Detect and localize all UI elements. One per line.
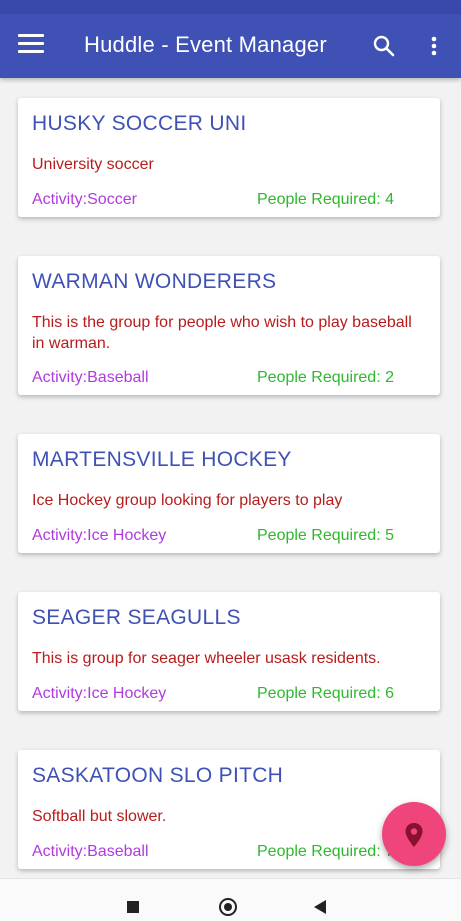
event-description: University soccer	[32, 156, 154, 173]
event-card[interactable]: SASKATOON SLO PITCH Softball but slower.…	[18, 750, 440, 869]
location-pin-icon	[405, 823, 423, 847]
event-activity: Activity:Soccer	[32, 191, 137, 208]
recent-apps-icon[interactable]	[127, 901, 139, 913]
event-title: SASKATOON SLO PITCH	[32, 764, 284, 787]
event-description: This is group for seager wheeler usask r…	[32, 650, 381, 667]
event-people-required: People Required: 4	[257, 191, 394, 208]
event-activity: Activity:Baseball	[32, 843, 149, 860]
event-title: WARMAN WONDERERS	[32, 270, 277, 293]
event-description: This is the group for people who wish to…	[32, 314, 412, 352]
event-title: HUSKY SOCCER UNI	[32, 112, 247, 135]
status-bar	[0, 0, 461, 14]
app-bar: Huddle - Event Manager	[0, 14, 461, 78]
event-card[interactable]: SEAGER SEAGULLS This is group for seager…	[18, 592, 440, 711]
home-icon[interactable]	[219, 898, 237, 916]
event-description: Ice Hockey group looking for players to …	[32, 492, 343, 509]
event-people-required: People Required: 2	[257, 369, 394, 386]
system-nav-bar	[0, 878, 461, 921]
event-activity: Activity:Ice Hockey	[32, 527, 167, 544]
hamburger-menu-icon[interactable]	[18, 34, 44, 58]
event-people-required: People Required: 7	[257, 843, 394, 860]
event-title: MARTENSVILLE HOCKEY	[32, 448, 292, 471]
event-activity: Activity:Ice Hockey	[32, 685, 167, 702]
event-description: Softball but slower.	[32, 808, 167, 825]
app-title: Huddle - Event Manager	[84, 32, 327, 57]
map-fab-button[interactable]	[382, 802, 446, 866]
event-title: SEAGER SEAGULLS	[32, 606, 241, 629]
event-card[interactable]: HUSKY SOCCER UNI University soccer Activ…	[18, 98, 440, 217]
event-card[interactable]: MARTENSVILLE HOCKEY Ice Hockey group loo…	[18, 434, 440, 553]
more-vert-icon[interactable]	[424, 34, 444, 58]
event-people-required: People Required: 6	[257, 685, 394, 702]
event-people-required: People Required: 5	[257, 527, 394, 544]
back-icon[interactable]	[314, 900, 326, 914]
event-activity: Activity:Baseball	[32, 369, 149, 386]
search-icon[interactable]	[372, 34, 396, 58]
event-card[interactable]: WARMAN WONDERERS This is the group for p…	[18, 256, 440, 395]
event-list: HUSKY SOCCER UNI University soccer Activ…	[0, 78, 461, 878]
